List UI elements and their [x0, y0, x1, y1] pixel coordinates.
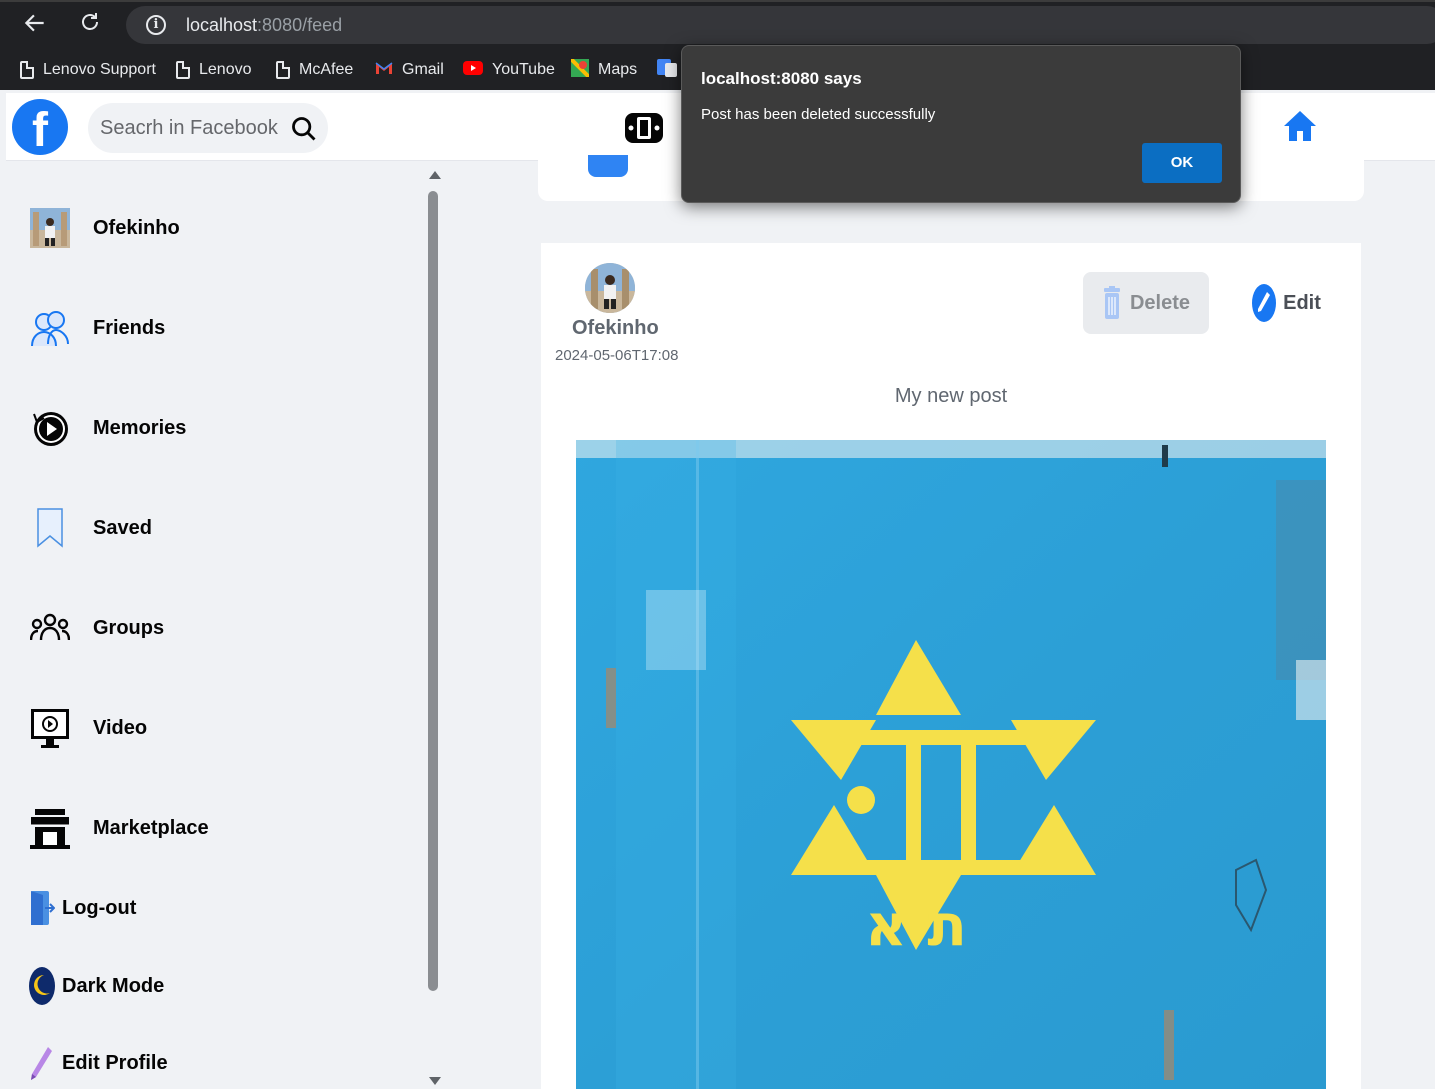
left-sidebar: Ofekinho Friends Memories Saved Groups V…	[6, 161, 424, 1089]
dialog-title: localhost:8080 says	[701, 69, 862, 88]
ok-button[interactable]: OK	[1142, 143, 1222, 183]
bookmark-icon	[28, 506, 72, 550]
search-bar[interactable]: Seacrh in Facebook	[88, 103, 328, 153]
facebook-logo[interactable]: f	[12, 99, 68, 155]
sidebar-item-label: Video	[93, 716, 148, 739]
search-icon[interactable]	[290, 115, 318, 148]
bookmark-lenovo[interactable]: Lenovo	[176, 59, 252, 81]
reload-icon[interactable]	[75, 10, 105, 40]
maps-icon	[569, 57, 591, 82]
sidebar-item-edit-profile[interactable]: Edit Profile	[28, 1041, 168, 1085]
sidebar-item-label: Groups	[93, 616, 165, 639]
back-arrow-icon[interactable]	[20, 10, 50, 40]
dialog-message: Post has been deleted successfully	[701, 106, 936, 123]
sidebar-item-label: Marketplace	[93, 816, 209, 839]
translate-icon	[657, 58, 677, 82]
sidebar-scrollbar[interactable]	[424, 161, 444, 1089]
sidebar-item-label: Dark Mode	[62, 974, 165, 997]
pencil-icon	[28, 1045, 56, 1081]
search-placeholder[interactable]: Seacrh in Facebook	[100, 117, 278, 140]
document-icon	[276, 61, 290, 79]
bookmark-label: Maps	[598, 61, 638, 78]
video-icon	[28, 706, 72, 750]
document-icon	[176, 61, 190, 79]
sidebar-item-dark-mode[interactable]: Dark Mode	[28, 964, 164, 1008]
memories-icon	[28, 406, 72, 450]
home-icon[interactable]	[1282, 109, 1318, 148]
post-author-name[interactable]: Ofekinho	[572, 317, 659, 340]
sidebar-item-label: Friends	[93, 316, 166, 339]
profile-avatar	[28, 206, 72, 250]
post-timestamp: 2024-05-06T17:08	[555, 347, 679, 364]
sidebar-item-video[interactable]: Video	[28, 706, 147, 750]
bookmark-label: Lenovo	[199, 61, 252, 78]
bookmark-label: McAfee	[299, 61, 354, 78]
marketplace-icon	[28, 806, 72, 850]
live-video-icon[interactable]	[588, 155, 628, 177]
bookmark-maps[interactable]: Maps	[569, 57, 638, 82]
sidebar-item-label: Saved	[93, 516, 152, 539]
facebook-page: f Seacrh in Facebook Ofekinho Friends Me…	[6, 93, 1435, 1089]
groups-icon	[28, 606, 72, 650]
sidebar-item-saved[interactable]: Saved	[28, 506, 152, 550]
scroll-thumb[interactable]	[428, 191, 438, 991]
bookmark-gmail[interactable]: Gmail	[375, 59, 444, 81]
post-card: Ofekinho 2024-05-06T17:08 Delete Edit My…	[541, 243, 1361, 1089]
sidebar-item-groups[interactable]: Groups	[28, 606, 164, 650]
url-text[interactable]: localhost:8080/feed	[186, 15, 342, 36]
youtube-icon	[463, 60, 483, 80]
alert-dialog: localhost:8080 says Post has been delete…	[681, 45, 1241, 203]
trash-icon	[1102, 286, 1122, 320]
sidebar-item-label: Memories	[93, 416, 187, 439]
post-author-avatar[interactable]	[585, 263, 635, 313]
bookmark-label: Gmail	[402, 61, 444, 78]
bookmark-lenovo-support[interactable]: Lenovo Support	[20, 59, 156, 81]
post-text: My new post	[894, 385, 1008, 407]
sidebar-item-logout[interactable]: Log-out	[28, 886, 136, 930]
browser-toolbar: i localhost:8080/feed	[0, 0, 1435, 50]
sidebar-item-friends[interactable]: Friends	[28, 306, 165, 350]
edit-pencil-icon	[1251, 283, 1277, 323]
site-info-icon[interactable]: i	[146, 15, 166, 35]
logout-icon	[28, 890, 56, 926]
sidebar-item-label: Ofekinho	[93, 216, 180, 239]
sidebar-item-label: Edit Profile	[62, 1051, 168, 1074]
sidebar-item-profile[interactable]: Ofekinho	[28, 206, 180, 250]
bookmark-label: Lenovo Support	[43, 61, 156, 78]
gmail-icon	[375, 61, 393, 80]
edit-post-button[interactable]: Edit	[1241, 272, 1331, 334]
bookmark-youtube[interactable]: YouTube	[463, 59, 555, 81]
delete-label: Delete	[1129, 291, 1191, 314]
sidebar-item-memories[interactable]: Memories	[28, 406, 186, 450]
bookmark-label: YouTube	[492, 61, 555, 78]
moon-icon	[28, 967, 56, 1005]
address-bar[interactable]: i localhost:8080/feed	[126, 6, 1435, 44]
gaming-icon[interactable]	[623, 107, 665, 149]
tab-strip-edge	[0, 0, 1435, 2]
post-image[interactable]: ת א	[576, 440, 1326, 1089]
bookmark-mcafee[interactable]: McAfee	[276, 59, 353, 81]
friends-icon	[28, 306, 72, 350]
scroll-down-arrow-icon[interactable]	[429, 1077, 441, 1085]
sidebar-item-marketplace[interactable]: Marketplace	[28, 806, 209, 850]
scroll-up-arrow-icon[interactable]	[429, 171, 441, 179]
delete-post-button[interactable]: Delete	[1083, 272, 1209, 334]
sidebar-item-label: Log-out	[62, 896, 137, 919]
image-hebrew-letters: ת א	[865, 891, 967, 959]
document-icon	[20, 61, 34, 79]
edit-label: Edit	[1283, 291, 1321, 314]
